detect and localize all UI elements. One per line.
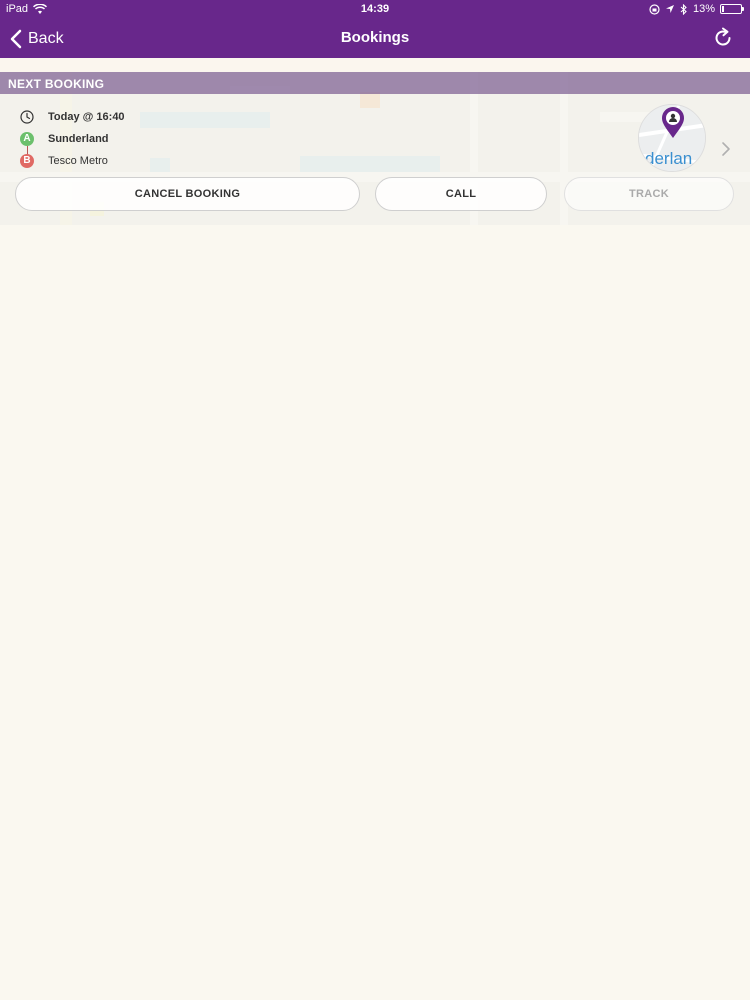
navigation-bar: Back Bookings xyxy=(0,20,750,58)
pickup-marker-icon: A xyxy=(20,132,34,146)
booking-time-row: Today @ 16:40 xyxy=(20,110,125,124)
location-arrow-icon xyxy=(665,5,674,13)
battery-fill xyxy=(722,6,724,12)
section-header: NEXT BOOKING xyxy=(0,72,750,94)
cancel-booking-button[interactable]: CANCEL BOOKING xyxy=(15,177,360,211)
track-button[interactable]: TRACK xyxy=(564,177,734,211)
nav-spacer xyxy=(0,58,750,72)
pickup-location: Sunderland xyxy=(48,133,109,145)
page-title: Bookings xyxy=(340,29,410,46)
call-button[interactable]: CALL xyxy=(375,177,547,211)
battery-icon xyxy=(720,4,744,14)
map-thumbnail[interactable]: derlan xyxy=(638,104,706,172)
status-right: 13% xyxy=(649,3,744,15)
bluetooth-icon xyxy=(680,3,687,15)
map-place-label: derlan xyxy=(645,149,693,168)
status-bar: iPad 14:39 13% xyxy=(0,0,750,20)
status-time: 14:39 xyxy=(360,3,390,15)
driver-pin-icon xyxy=(662,107,684,138)
dropoff-location: Tesco Metro xyxy=(48,155,108,167)
dropoff-marker-icon: B xyxy=(20,154,34,168)
bookings-list-area xyxy=(0,225,750,1000)
refresh-icon[interactable] xyxy=(712,27,734,49)
chevron-right-icon[interactable] xyxy=(720,140,732,158)
orientation-lock-icon xyxy=(649,3,660,15)
battery-percent: 13% xyxy=(692,3,715,15)
pickup-row: A Sunderland xyxy=(20,132,109,146)
dropoff-row: B Tesco Metro xyxy=(20,154,108,168)
clock-icon xyxy=(20,110,34,124)
booking-time: Today @ 16:40 xyxy=(48,111,125,123)
